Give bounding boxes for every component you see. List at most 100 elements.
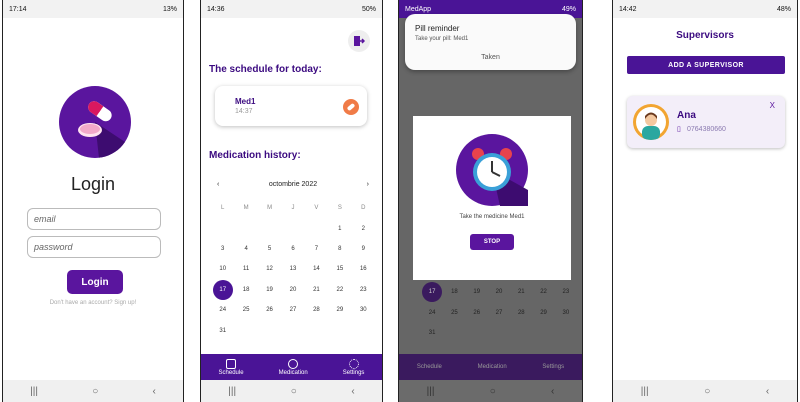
recents-icon[interactable]: |||	[641, 386, 649, 397]
calendar-day: 25	[451, 309, 458, 316]
calendar-day: 21	[517, 289, 525, 296]
calendar-day[interactable]: 17	[211, 279, 234, 300]
supervisors-title: Supervisors	[676, 30, 734, 41]
calendar-day[interactable]: 13	[281, 259, 304, 279]
calendar-day[interactable]: 19	[258, 280, 281, 300]
calendar-day[interactable]: 26	[258, 300, 281, 320]
calendar-day[interactable]: 4	[234, 239, 257, 259]
calendar-day[interactable]: 2	[352, 218, 375, 238]
calendar-day[interactable]: 28	[305, 300, 328, 320]
nav-medication[interactable]: Medication	[279, 358, 308, 376]
calendar-day[interactable]: 8	[328, 239, 351, 259]
calendar-day[interactable]: 1	[328, 218, 351, 238]
status-battery: 49%	[561, 5, 576, 13]
logout-button[interactable]	[348, 30, 370, 52]
login-title: Login	[70, 174, 116, 194]
pill-icon[interactable]	[343, 99, 359, 115]
calendar-day[interactable]: 31	[211, 320, 234, 340]
calendar-day[interactable]: 25	[234, 300, 257, 320]
status-bar: 17:14 13%	[3, 0, 183, 18]
dialog-text: Take the medicine Med1	[459, 214, 525, 220]
back-icon[interactable]: ‹	[766, 386, 769, 397]
status-battery: 13%	[162, 5, 177, 13]
calendar-empty	[443, 323, 465, 343]
calendar-day[interactable]: 16	[352, 259, 375, 279]
calendar-empty	[211, 218, 234, 238]
calendar-day[interactable]: 24	[211, 300, 234, 320]
home-icon[interactable]: ○	[92, 386, 98, 397]
calendar-empty	[305, 218, 328, 238]
next-month-icon[interactable]: ›	[367, 181, 369, 188]
calendar-day: 30	[562, 309, 570, 316]
avatar	[633, 104, 669, 140]
calendar-day[interactable]: 18	[234, 280, 257, 300]
calendar-day: 18	[451, 289, 458, 296]
medication-card[interactable]: Med1 14:37	[215, 86, 367, 126]
calendar-empty	[305, 320, 328, 340]
nav-settings[interactable]: Settings	[343, 358, 364, 376]
back-icon[interactable]: ‹	[351, 386, 354, 397]
history-title: Medication history:	[209, 150, 301, 161]
supervisor-name: Ana	[677, 110, 696, 121]
med-time: 14:37	[235, 108, 253, 115]
calendar-empty	[328, 320, 351, 340]
weekday-label: M	[243, 205, 249, 212]
status-time: 14:42	[619, 5, 637, 13]
password-field[interactable]: password	[27, 236, 161, 258]
system-nav-bar: ||| ○ ‹	[3, 380, 183, 402]
calendar-month: octombrie 2022	[268, 180, 318, 188]
calendar-day: 28	[517, 309, 525, 316]
remove-supervisor-button[interactable]: X	[770, 101, 775, 110]
calendar-day[interactable]: 22	[328, 280, 351, 300]
calendar-day[interactable]: 5	[258, 239, 281, 259]
calendar-empty	[555, 323, 577, 343]
calendar-day[interactable]: 14	[305, 259, 328, 279]
nav-schedule[interactable]: Schedule	[219, 358, 244, 376]
taken-button[interactable]: Taken	[405, 54, 576, 61]
calendar-day[interactable]: 27	[281, 300, 304, 320]
app-logo	[59, 86, 131, 158]
notification-card[interactable]: Pill reminder Take your pill: Med1 Taken	[405, 14, 576, 70]
calendar-day[interactable]: 11	[234, 259, 257, 279]
email-field[interactable]: email	[27, 208, 161, 230]
status-time: 14:36	[207, 5, 225, 13]
notif-title: Pill reminder	[415, 24, 460, 33]
calendar-day: 27	[495, 309, 503, 316]
calendar-day[interactable]: 10	[211, 259, 234, 279]
calendar-day[interactable]: 6	[281, 239, 304, 259]
back-icon[interactable]: ‹	[153, 386, 156, 397]
calendar-day[interactable]: 3	[211, 239, 234, 259]
alarm-dialog: Take the medicine Med1 STOP	[413, 116, 571, 280]
calendar-day[interactable]: 30	[352, 300, 375, 320]
calendar-day[interactable]: 29	[328, 300, 351, 320]
calendar-day[interactable]: 7	[305, 239, 328, 259]
schedule-screen: 14:36 50% The schedule for today: Med1 1…	[200, 0, 383, 402]
calendar-day: 26	[473, 309, 481, 316]
calendar-day[interactable]: 23	[352, 280, 375, 300]
logout-icon	[354, 36, 365, 46]
alarm-clock-icon	[456, 134, 528, 206]
calendar-day: 23	[562, 289, 570, 296]
calendar-empty	[510, 323, 532, 343]
supervisor-card[interactable]: Ana ▯ 0764380660 X	[627, 96, 785, 148]
stop-button[interactable]: STOP	[470, 234, 514, 250]
calendar-day[interactable]: 12	[258, 259, 281, 279]
recents-icon[interactable]: |||	[427, 386, 435, 397]
login-button[interactable]: Login	[67, 270, 123, 294]
calendar-day[interactable]: 9	[352, 239, 375, 259]
supervisors-screen: 14:42 48% Supervisors ADD A SUPERVISOR A…	[612, 0, 798, 402]
schedule-title: The schedule for today:	[209, 64, 322, 75]
system-nav-bar: ||| ○ ‹	[399, 380, 582, 402]
prev-month-icon[interactable]: ‹	[217, 181, 219, 188]
calendar-day[interactable]: 20	[281, 280, 304, 300]
calendar-day[interactable]: 21	[305, 280, 328, 300]
add-supervisor-button[interactable]: ADD A SUPERVISOR	[627, 56, 785, 74]
calendar-day[interactable]: 15	[328, 259, 351, 279]
signup-link[interactable]: Don't have an account? Sign up!	[3, 300, 183, 306]
back-icon[interactable]: ‹	[551, 386, 554, 397]
home-icon[interactable]: ○	[704, 386, 710, 397]
recents-icon[interactable]: |||	[30, 386, 38, 397]
home-icon[interactable]: ○	[490, 386, 496, 397]
recents-icon[interactable]: |||	[228, 386, 236, 397]
home-icon[interactable]: ○	[291, 386, 297, 397]
